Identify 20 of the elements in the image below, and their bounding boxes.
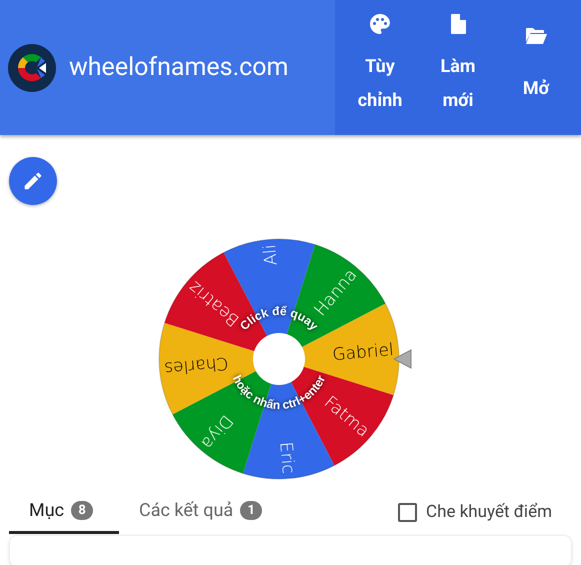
count-badge: 1 (240, 501, 262, 520)
count-badge: 8 (71, 501, 94, 520)
new-button[interactable]: Làm mới (419, 0, 497, 135)
open-button[interactable]: Mở (497, 0, 575, 135)
site-name[interactable]: wheelofnames.com (69, 53, 288, 82)
pencil-icon (22, 170, 44, 192)
slice-name: Gabriel (331, 340, 394, 366)
tab[interactable]: Các kết quả 1 (119, 490, 262, 534)
palette-icon (368, 12, 392, 36)
slice-name: Charles (162, 352, 229, 378)
slice-name: Eric (274, 441, 298, 475)
slice-name: Ali (260, 243, 282, 266)
logo-icon (8, 44, 56, 92)
checkbox-label: Che khuyết điểm (426, 502, 552, 522)
tab[interactable]: Mục 8 (9, 490, 119, 534)
customize-button[interactable]: Tùy chỉnh (341, 0, 419, 135)
edit-button[interactable] (9, 157, 57, 205)
checkbox[interactable] (398, 502, 418, 522)
pointer-icon (392, 349, 411, 369)
spin-wheel[interactable] (158, 238, 399, 480)
